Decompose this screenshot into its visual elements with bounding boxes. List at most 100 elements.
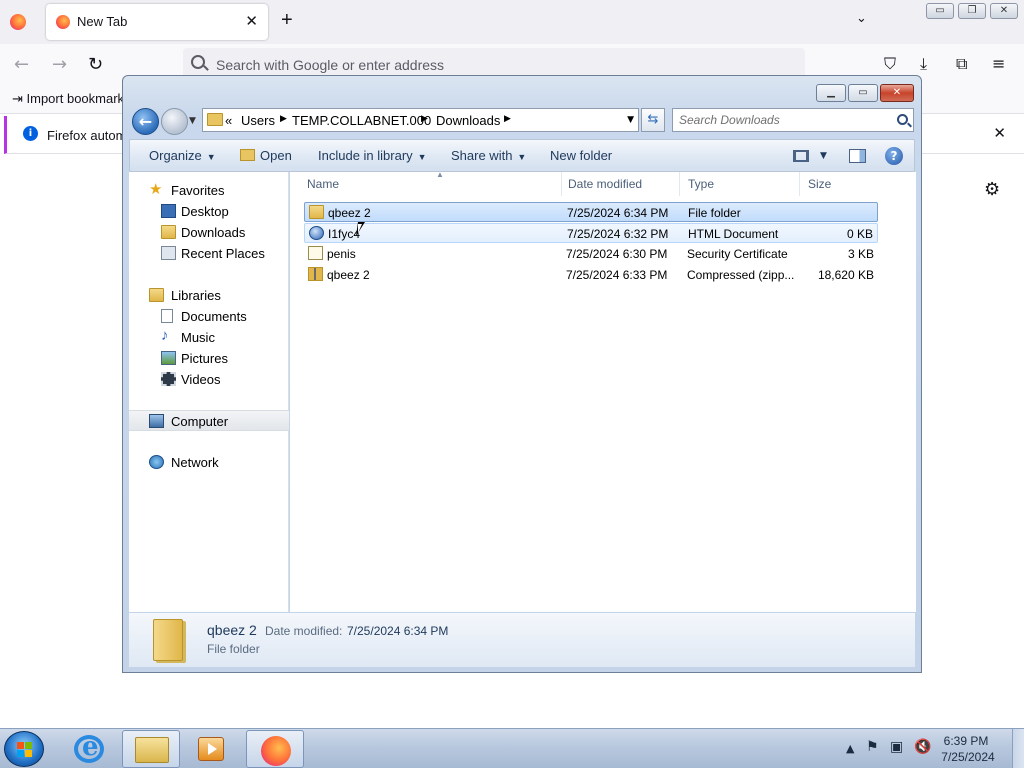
nav-libraries[interactable]: Libraries	[129, 285, 289, 306]
menu-icon[interactable]: ≡	[992, 54, 1005, 73]
show-hidden-icons[interactable]: ▲	[846, 742, 854, 755]
address-bar[interactable]: « Users ▶ TEMP.COLLABNET.000 ▶ Downloads…	[202, 108, 639, 132]
new-tab-button[interactable]: +	[281, 9, 293, 32]
notice-close-icon[interactable]: ✕	[993, 124, 1006, 142]
reload-icon[interactable]: ↻	[88, 54, 103, 75]
file-row[interactable]: qbeez 2 7/25/2024 6:34 PM File folder	[304, 202, 878, 222]
taskbar-firefox[interactable]	[246, 730, 304, 768]
firefox-view-icon[interactable]	[10, 14, 26, 30]
pocket-icon[interactable]: ⛉	[884, 54, 896, 74]
explorer-close-button[interactable]: ✕	[880, 84, 914, 102]
open-folder-icon	[240, 149, 255, 161]
settings-gear-icon[interactable]: ⚙	[984, 179, 1000, 200]
clock-time[interactable]: 6:39 PM	[936, 734, 996, 748]
view-options-dropdown[interactable]: ▼	[820, 151, 827, 161]
nav-downloads[interactable]: Downloads	[129, 222, 289, 243]
nav-music[interactable]: ♪ Music	[129, 327, 289, 348]
nav-computer[interactable]: Computer	[129, 410, 289, 431]
organize-button[interactable]: Organize ▼	[149, 148, 216, 163]
file-date: 7/25/2024 6:34 PM	[567, 206, 669, 220]
forward-button[interactable]	[161, 108, 188, 135]
explorer-window: ▁ ▭ ✕ ← ▼ « Users ▶ TEMP.COLLABNET.000 ▶…	[122, 75, 922, 673]
breadcrumb-separator-icon[interactable]: ▶	[421, 114, 428, 124]
extensions-icon[interactable]: ⧉	[956, 54, 967, 74]
breadcrumb-separator-icon[interactable]: ▶	[280, 114, 287, 124]
nav-videos[interactable]: Videos	[129, 369, 289, 390]
back-button[interactable]: ←	[132, 108, 159, 135]
search-icon[interactable]	[897, 114, 908, 125]
downloads-icon[interactable]: ⤓	[920, 54, 927, 74]
explorer-minimize-button[interactable]: ▁	[816, 84, 846, 102]
file-date: 7/25/2024 6:32 PM	[567, 227, 669, 241]
change-view-icon[interactable]	[793, 150, 809, 162]
nav-pictures[interactable]: Pictures	[129, 348, 289, 369]
explorer-maximize-button[interactable]: ▭	[848, 84, 878, 102]
taskbar-internet-explorer[interactable]	[60, 730, 118, 768]
sort-ascending-icon: ▲	[436, 170, 444, 179]
new-folder-button[interactable]: New folder	[550, 148, 612, 163]
restore-button[interactable]: ❐	[958, 3, 986, 19]
videos-icon	[161, 372, 176, 386]
nav-desktop[interactable]: Desktop	[129, 201, 289, 222]
nav-documents[interactable]: Documents	[129, 306, 289, 327]
file-name: penis	[327, 247, 356, 261]
nav-computer-label: Computer	[171, 414, 229, 429]
info-icon: i	[23, 126, 38, 141]
file-row[interactable]: qbeez 2 7/25/2024 6:33 PM Compressed (zi…	[304, 265, 878, 285]
action-center-flag-icon[interactable]: ⚑	[866, 739, 879, 755]
refresh-button[interactable]: ⇆	[641, 108, 665, 132]
recent-pages-dropdown[interactable]: ▼	[189, 116, 196, 126]
nav-libraries-label: Libraries	[171, 288, 221, 303]
nav-network[interactable]: Network	[129, 452, 289, 473]
taskbar-media-player[interactable]	[182, 730, 240, 768]
folder-icon	[207, 113, 223, 126]
share-with-button[interactable]: Share with ▼	[451, 148, 526, 163]
chevron-down-icon: ▼	[206, 152, 216, 162]
file-row[interactable]: penis 7/25/2024 6:30 PM Security Certifi…	[304, 244, 878, 264]
preview-pane-icon[interactable]	[849, 149, 866, 163]
start-button[interactable]	[4, 731, 44, 767]
column-header-name[interactable]: Name ▲	[299, 170, 562, 196]
breadcrumb-separator-icon[interactable]: ▶	[504, 114, 511, 124]
tab-new-tab[interactable]: New Tab ✕	[46, 4, 268, 40]
nav-recent-places[interactable]: Recent Places	[129, 243, 289, 264]
clock-date[interactable]: 7/25/2024	[936, 750, 1000, 764]
documents-icon	[161, 309, 173, 323]
organize-label: Organize	[149, 148, 202, 163]
breadcrumb-downloads[interactable]: Downloads	[436, 113, 500, 128]
nav-music-label: Music	[181, 330, 215, 345]
list-all-tabs-icon[interactable]: ⌄	[856, 11, 867, 26]
volume-muted-icon[interactable]: 🔇	[914, 739, 931, 755]
firefox-icon	[56, 15, 70, 29]
help-icon[interactable]: ?	[885, 147, 903, 165]
file-size: 18,620 KB	[817, 268, 874, 282]
file-type: Security Certificate	[687, 247, 788, 261]
column-header-type[interactable]: Type	[680, 172, 800, 196]
forward-icon[interactable]: →	[52, 54, 67, 75]
breadcrumb-temp-collabnet[interactable]: TEMP.COLLABNET.000	[292, 113, 431, 128]
star-icon: ★	[149, 181, 163, 198]
address-history-dropdown[interactable]: ▼	[627, 115, 634, 125]
show-desktop-button[interactable]	[1012, 729, 1024, 768]
file-name: qbeez 2	[327, 268, 370, 282]
search-input[interactable]	[679, 112, 889, 128]
libraries-icon	[149, 288, 164, 302]
file-type: Compressed (zipp...	[687, 268, 795, 282]
back-icon[interactable]: ←	[14, 54, 29, 75]
breadcrumb-users[interactable]: Users	[241, 113, 275, 128]
notice-text: Firefox automa	[47, 128, 134, 143]
column-header-date[interactable]: Date modified	[560, 172, 680, 196]
file-row[interactable]: I1fyc4 7/25/2024 6:32 PM HTML Document 0…	[304, 223, 878, 243]
network-tray-icon[interactable]: ▣	[890, 739, 903, 755]
import-bookmarks-link[interactable]: ⇥ Import bookmark	[12, 91, 124, 107]
close-tab-icon[interactable]: ✕	[245, 12, 258, 30]
nav-favorites[interactable]: ★ Favorites	[129, 180, 289, 201]
open-button[interactable]: Open	[240, 148, 292, 163]
search-box[interactable]	[672, 108, 914, 132]
close-button[interactable]: ✕	[990, 3, 1018, 19]
column-header-size[interactable]: Size	[800, 172, 880, 196]
taskbar-windows-explorer[interactable]	[122, 730, 180, 768]
breadcrumb-overflow[interactable]: «	[225, 113, 232, 128]
minimize-button[interactable]: ▭	[926, 3, 954, 19]
include-in-library-button[interactable]: Include in library ▼	[318, 148, 427, 163]
